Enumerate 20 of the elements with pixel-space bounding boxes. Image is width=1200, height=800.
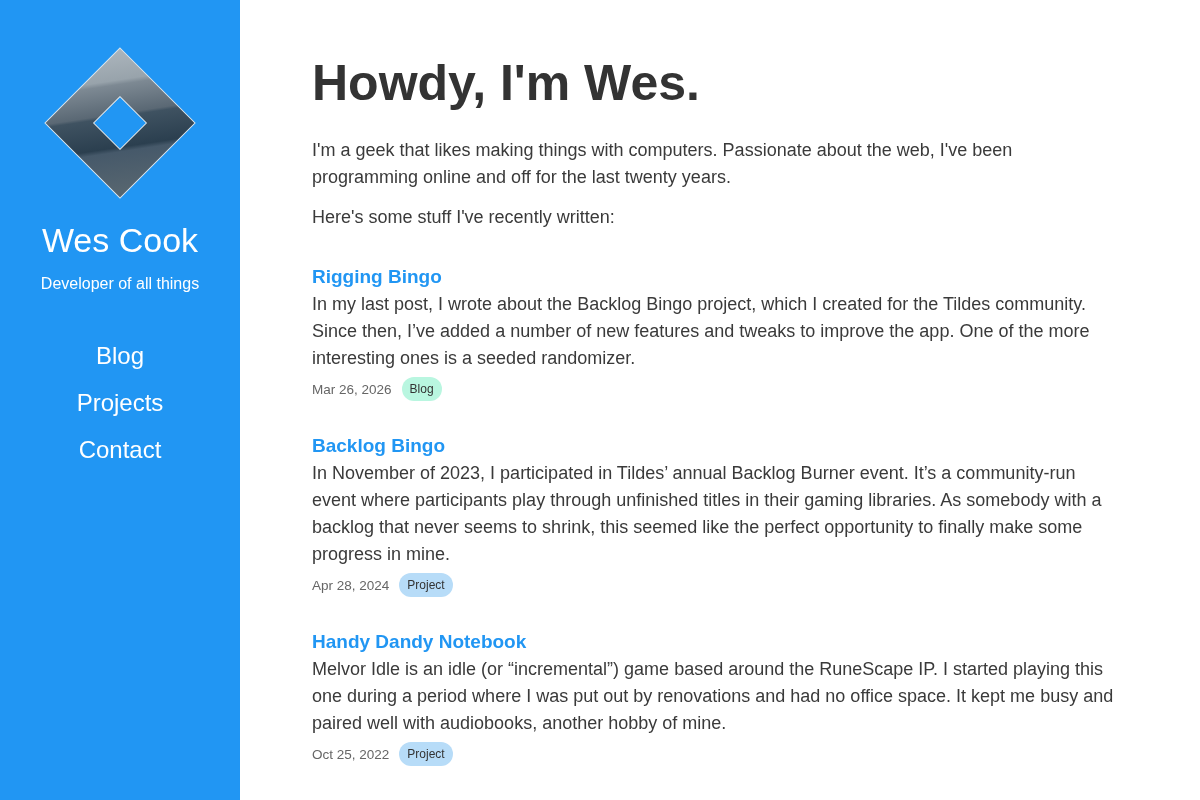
site-tagline: Developer of all things — [40, 274, 200, 294]
category-tag: Project — [399, 573, 453, 597]
post-date: Apr 28, 2024 — [312, 577, 390, 593]
intro-paragraph: I'm a geek that likes making things with computers. Passionate about the web, I've been programming online and off for the last twenty years. — [312, 139, 1014, 189]
post-title-link[interactable]: Rigging Bingo — [312, 263, 442, 290]
post-summary: In my last post, I wrote about the Backlog Bingo project, which I created for the Tildes community. Since then, I’ve added a number of new features and tweaks to improve the app. One of the more interesting ones is a seeded randomizer. — [312, 293, 1091, 370]
post-date: Oct 25, 2022 — [312, 746, 390, 762]
category-tag: Blog — [401, 377, 442, 401]
post-summary: In November of 2023, I participated in Tildes’ annual Backlog Burner event. It’s a community-run event where participants play through unfinished titles in their gaming libraries. As somebody with a backlog that never seems to shrink, this seemed like the perfect opportunity to finally make some progress in mine. — [312, 462, 1103, 566]
post-title-link[interactable]: Handy Dandy Notebook — [312, 628, 527, 655]
category-tag: Project — [399, 742, 453, 766]
post-title-link[interactable]: Backlog Bingo — [312, 432, 445, 459]
post-date: Mar 26, 2026 — [312, 381, 392, 397]
nav-link[interactable]: Projects — [76, 387, 164, 419]
post-summary: Melvor Idle is an idle (or “incremental”) game based around the RuneScape IP. I started playing this one during a period where I was put out by renovations and had no office space. It kept me busy and paired well with audiobooks, another hobby of mine. — [312, 658, 1115, 735]
intro-paragraph: Here's some stuff I've recently written: — [312, 206, 616, 229]
nav-link[interactable]: Contact — [78, 434, 162, 466]
nav-link[interactable]: Blog — [95, 340, 144, 372]
site-name: Wes Cook — [41, 220, 199, 261]
page-heading: Howdy, I'm Wes. — [312, 54, 701, 113]
